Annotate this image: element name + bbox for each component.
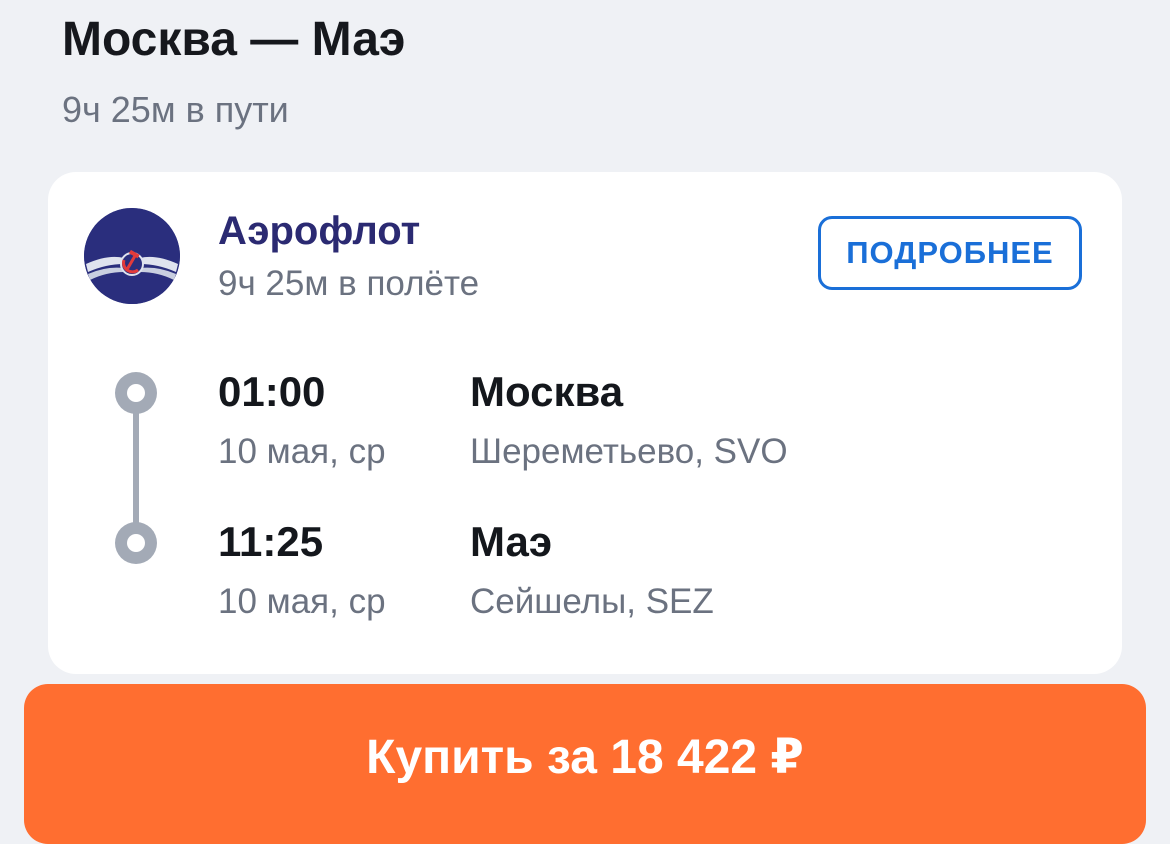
route-duration: 9ч 25м в пути — [62, 89, 289, 130]
buy-button[interactable]: Купить за 18 422 ₽ — [24, 684, 1146, 844]
flight-card: Аэрофлот 9ч 25м в полёте ПОДРОБНЕЕ 01:00… — [48, 172, 1122, 674]
departure-date: 10 мая, ср — [218, 432, 386, 471]
departure-time: 01:00 — [218, 368, 326, 415]
arrival-airport: Сейшелы, SEZ — [470, 582, 714, 621]
departure-dot-icon — [115, 372, 157, 414]
arrival-city: Маэ — [470, 518, 553, 565]
buy-button-label: Купить за 18 422 ₽ — [366, 731, 804, 784]
departure-city: Москва — [470, 368, 624, 415]
airline-logo-icon — [84, 208, 180, 304]
flight-duration: 9ч 25м в полёте — [218, 264, 480, 303]
arrival-dot-icon — [115, 522, 157, 564]
departure-airport: Шереметьево, SVO — [470, 432, 788, 471]
airline-name: Аэрофлот — [218, 209, 421, 253]
arrival-time: 11:25 — [218, 518, 324, 565]
route-title: Москва — Маэ — [62, 13, 406, 66]
arrival-date: 10 мая, ср — [218, 582, 386, 621]
details-button[interactable]: ПОДРОБНЕЕ — [818, 216, 1082, 290]
